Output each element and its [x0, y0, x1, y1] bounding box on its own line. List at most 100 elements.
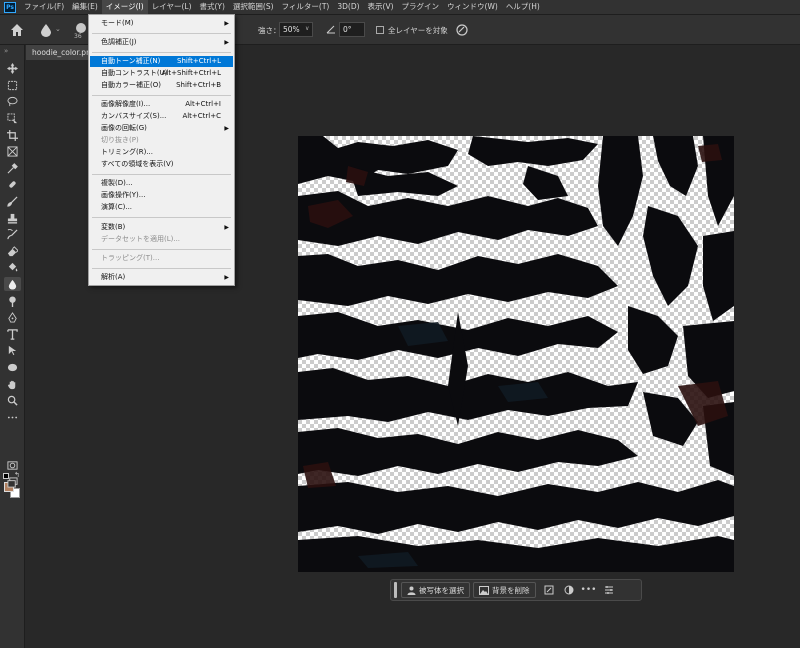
menu-item-auto-color[interactable]: 自動カラー補正(O) Shift+Ctrl+B — [90, 80, 233, 91]
menu-item-label: カンバスサイズ(S)... — [101, 112, 167, 120]
quick-mask-icon[interactable] — [4, 458, 21, 472]
menu-item-apply-data-set: データセットを適用(L)... — [90, 234, 233, 245]
clone-stamp-tool-icon[interactable] — [4, 211, 21, 225]
blur-tool-preset-icon[interactable] — [40, 23, 52, 37]
pressure-icon[interactable] — [455, 23, 469, 37]
menu-item-label: トリミング(R)... — [101, 148, 154, 156]
menu-type[interactable]: 書式(Y) — [196, 0, 229, 14]
menu-item-label: データセットを適用(L)... — [101, 235, 181, 243]
menu-item-crop: 切り抜き(P) — [90, 135, 233, 146]
menu-item-apply-image[interactable]: 画像操作(Y)... — [90, 190, 233, 201]
menu-item-label: 画像の回転(G) — [101, 124, 147, 132]
history-brush-tool-icon[interactable] — [4, 227, 21, 241]
angle-icon — [326, 25, 335, 34]
menu-item-variables[interactable]: 変数(B) ▶ — [90, 222, 233, 233]
sample-all-layers-checkbox[interactable] — [376, 26, 384, 34]
screen-mode-icon[interactable] — [4, 475, 21, 489]
remove-background-button[interactable]: 背景を削除 — [473, 582, 536, 598]
menu-item-shortcut: Alt+Shift+Ctrl+L — [161, 69, 221, 77]
select-subject-button[interactable]: 被写体を選択 — [401, 582, 470, 598]
menu-item-duplicate[interactable]: 複製(D)... — [90, 178, 233, 189]
lasso-tool-icon[interactable] — [4, 94, 21, 108]
menu-help[interactable]: ヘルプ(H) — [502, 0, 544, 14]
menu-image[interactable]: イメージ(I) — [101, 0, 148, 14]
menu-item-image-rotation[interactable]: 画像の回転(G) ▶ — [90, 123, 233, 134]
strength-dropdown-icon[interactable]: ∨ — [305, 25, 309, 32]
menu-item-label: 自動コントラスト(U) — [101, 69, 168, 77]
photoshop-logo: Ps — [4, 1, 16, 13]
object-select-tool-icon[interactable] — [4, 111, 21, 125]
menu-select[interactable]: 選択範囲(S) — [229, 0, 278, 14]
more-options-icon[interactable]: ••• — [579, 582, 599, 598]
menu-item-auto-contrast[interactable]: 自動コントラスト(U) Alt+Shift+Ctrl+L — [90, 68, 233, 79]
menu-item-image-size[interactable]: 画像解像度(I)... Alt+Ctrl+I — [90, 99, 233, 110]
more-tools-icon[interactable] — [4, 410, 21, 424]
menu-item-label: 複製(D)... — [101, 179, 133, 187]
menu-separator — [92, 249, 231, 250]
submenu-arrow-icon: ▶ — [224, 20, 229, 27]
menu-item-mode[interactable]: モード(M) ▶ — [90, 18, 233, 29]
document-image[interactable] — [298, 136, 734, 572]
menu-item-label: 色調補正(J) — [101, 38, 137, 46]
image-menu-dropdown: モード(M) ▶ 色調補正(J) ▶ 自動トーン補正(N) Shift+Ctrl+L … — [88, 14, 235, 286]
brush-size-label: 36 — [74, 33, 82, 40]
healing-brush-tool-icon[interactable] — [4, 177, 21, 191]
menu-item-label: 自動カラー補正(O) — [101, 81, 161, 89]
path-select-tool-icon[interactable] — [4, 343, 21, 357]
type-tool-icon[interactable] — [4, 327, 21, 341]
angle-input[interactable]: 0° — [339, 22, 365, 37]
menu-item-analysis[interactable]: 解析(A) ▶ — [90, 272, 233, 283]
frame-tool-icon[interactable] — [4, 144, 21, 158]
menu-item-canvas-size[interactable]: カンバスサイズ(S)... Alt+Ctrl+C — [90, 111, 233, 122]
zoom-tool-icon[interactable] — [4, 393, 21, 407]
menu-item-calculations[interactable]: 演算(C)... — [90, 202, 233, 213]
home-icon[interactable] — [10, 23, 24, 37]
transform-icon[interactable] — [539, 582, 559, 598]
menu-item-auto-tone[interactable]: 自動トーン補正(N) Shift+Ctrl+L — [90, 56, 233, 67]
paint-bucket-tool-icon[interactable] — [4, 260, 21, 274]
menu-file[interactable]: ファイル(F) — [20, 0, 68, 14]
ellipse-tool-icon[interactable] — [4, 360, 21, 374]
menu-item-label: 画像解像度(I)... — [101, 100, 151, 108]
menu-item-shortcut: Alt+Ctrl+I — [185, 100, 221, 108]
menu-item-label: すべての領域を表示(V) — [101, 160, 174, 168]
menu-separator — [92, 174, 231, 175]
dodge-tool-icon[interactable] — [4, 294, 21, 308]
taskbar-settings-icon[interactable] — [599, 582, 619, 598]
menu-item-reveal-all[interactable]: すべての領域を表示(V) — [90, 159, 233, 170]
move-tool-icon[interactable] — [4, 61, 21, 75]
taskbar-drag-handle[interactable] — [394, 582, 397, 598]
menu-item-label: モード(M) — [101, 19, 134, 27]
menu-item-trap: トラッピング(T)... — [90, 253, 233, 264]
menu-item-shortcut: Shift+Ctrl+B — [176, 81, 221, 89]
menu-window[interactable]: ウィンドウ(W) — [443, 0, 502, 14]
blur-tool-icon[interactable] — [4, 277, 21, 291]
eyedropper-tool-icon[interactable] — [4, 161, 21, 175]
menu-separator — [92, 268, 231, 269]
menu-item-adjustments[interactable]: 色調補正(J) ▶ — [90, 37, 233, 48]
preset-dropdown-caret-icon[interactable]: ⌄ — [55, 25, 61, 33]
hand-tool-icon[interactable] — [4, 377, 21, 391]
crop-tool-icon[interactable] — [4, 128, 21, 142]
menu-plugins[interactable]: プラグイン — [398, 0, 444, 14]
menu-edit[interactable]: 編集(E) — [68, 0, 102, 14]
menu-view[interactable]: 表示(V) — [364, 0, 398, 14]
submenu-arrow-icon: ▶ — [224, 125, 229, 132]
menu-separator — [92, 217, 231, 218]
eraser-tool-icon[interactable] — [4, 244, 21, 258]
menu-filter[interactable]: フィルター(T) — [278, 0, 334, 14]
menu-item-label: 画像操作(Y)... — [101, 191, 146, 199]
document-tab[interactable]: hoodie_color.png — [26, 45, 92, 60]
menu-item-trim[interactable]: トリミング(R)... — [90, 147, 233, 158]
menu-bar: Ps ファイル(F) 編集(E) イメージ(I) レイヤー(L) 書式(Y) 選… — [0, 0, 800, 14]
marquee-tool-icon[interactable] — [4, 78, 21, 92]
image-icon — [479, 585, 489, 595]
menu-3d[interactable]: 3D(D) — [333, 0, 363, 14]
pen-tool-icon[interactable] — [4, 310, 21, 324]
brush-tool-icon[interactable] — [4, 194, 21, 208]
adjustment-icon[interactable] — [559, 582, 579, 598]
menu-item-label: 変数(B) — [101, 223, 126, 231]
toolbar-collapse-icon[interactable]: » — [4, 47, 8, 55]
menu-separator — [92, 95, 231, 96]
menu-layer[interactable]: レイヤー(L) — [148, 0, 196, 14]
